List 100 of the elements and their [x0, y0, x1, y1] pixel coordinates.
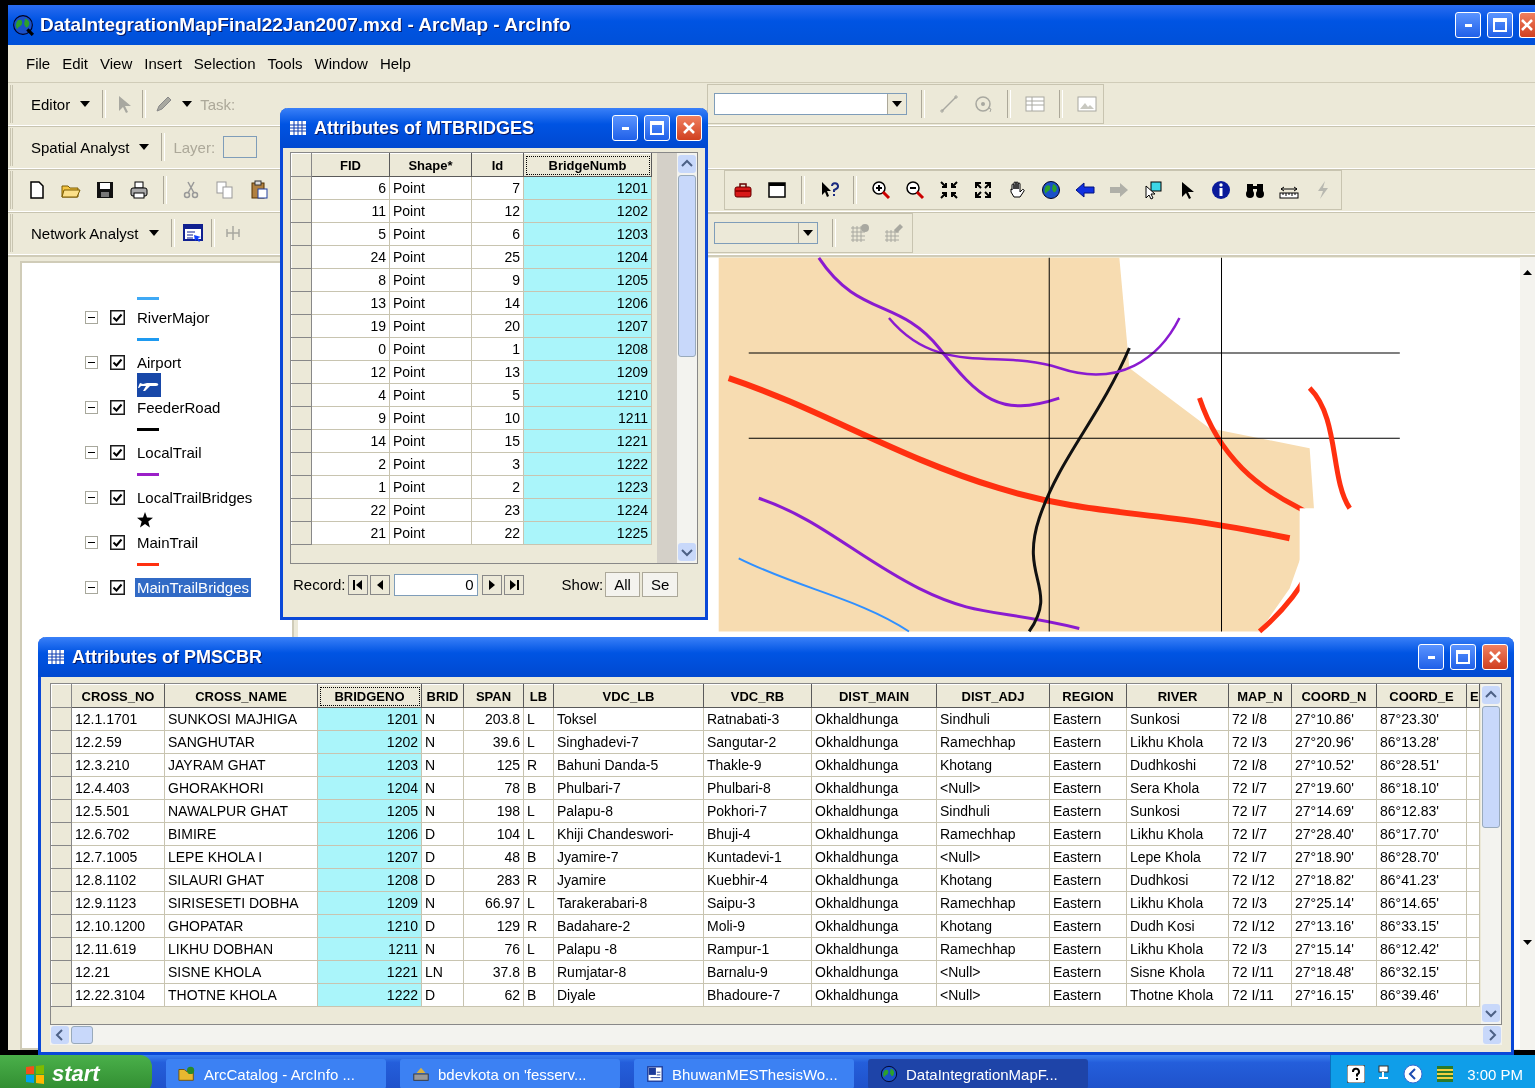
scroll-thumb[interactable] — [1482, 706, 1500, 828]
layer-name[interactable]: MainTrailBridges — [135, 577, 251, 597]
maximize-icon[interactable] — [1493, 18, 1507, 32]
taskbar-button[interactable]: bdevkota on 'fesserv... — [400, 1059, 620, 1088]
application-icon[interactable] — [1435, 1064, 1456, 1084]
row-selector[interactable] — [51, 960, 72, 984]
show-selected-button[interactable]: Se — [641, 572, 679, 597]
close-button[interactable] — [1482, 644, 1508, 670]
row-selector[interactable] — [51, 753, 72, 777]
column-header[interactable]: Shape* — [389, 153, 472, 177]
collapse-toggle[interactable] — [85, 490, 98, 504]
column-header[interactable]: VDC_RB — [703, 684, 812, 708]
row-selector[interactable] — [51, 707, 72, 731]
checkbox[interactable] — [110, 534, 125, 550]
paste-icon[interactable] — [249, 180, 269, 200]
outward-arrows-icon[interactable] — [973, 180, 993, 200]
pan-hand-icon[interactable] — [1007, 180, 1027, 200]
row-selector[interactable] — [51, 914, 72, 938]
column-header[interactable]: COORD_E — [1376, 684, 1467, 708]
maximize-icon[interactable] — [1456, 650, 1470, 664]
row-selector[interactable] — [291, 498, 312, 522]
row-selector[interactable] — [51, 983, 72, 1007]
column-header[interactable]: REGION — [1049, 684, 1127, 708]
collapse-toggle[interactable] — [85, 355, 98, 369]
column-header[interactable]: DIST_ADJ — [936, 684, 1050, 708]
maximize-button[interactable] — [644, 115, 670, 141]
row-selector[interactable] — [51, 868, 72, 892]
close-button[interactable] — [1519, 12, 1535, 38]
select-all-header[interactable] — [291, 153, 312, 177]
layer-name[interactable]: MainTrail — [135, 532, 201, 552]
collapse-toggle[interactable] — [85, 580, 98, 594]
column-header[interactable]: RIVER — [1126, 684, 1229, 708]
menu-item[interactable]: Edit — [58, 53, 93, 74]
layer-name[interactable]: LocalTrailBridges — [135, 487, 255, 507]
column-header[interactable]: CROSS_NO — [71, 684, 165, 708]
row-selector[interactable] — [51, 845, 72, 869]
dropdown-field[interactable] — [714, 93, 908, 115]
record-field[interactable]: 0 — [393, 573, 478, 596]
row-selector[interactable] — [291, 521, 312, 545]
row-selector[interactable] — [291, 429, 312, 453]
scroll-thumb[interactable] — [678, 175, 696, 357]
minimize-icon[interactable] — [1464, 23, 1472, 27]
column-header[interactable]: DIST_MAIN — [811, 684, 937, 708]
scroll-thumb[interactable] — [71, 1026, 93, 1044]
dropdown-field[interactable] — [223, 136, 258, 158]
row-selector[interactable] — [291, 245, 312, 269]
select-all-header[interactable] — [51, 684, 72, 708]
toolbox-icon[interactable] — [733, 180, 753, 200]
taskbar-button[interactable]: DataIntegrationMapF... — [868, 1059, 1088, 1088]
network-window-icon[interactable] — [182, 223, 203, 243]
maximize-button[interactable] — [1487, 12, 1513, 38]
menu-item[interactable]: Tools — [263, 53, 307, 74]
minimize-icon[interactable] — [1427, 655, 1435, 659]
scroll-down-button[interactable] — [1482, 1004, 1500, 1022]
window-icon[interactable] — [767, 180, 787, 200]
next-record-button[interactable] — [481, 574, 502, 595]
close-icon[interactable] — [1521, 19, 1533, 31]
menu-item[interactable]: View — [96, 53, 137, 74]
collapse-toggle[interactable] — [85, 310, 98, 324]
menu-item[interactable]: Selection — [189, 53, 260, 74]
row-selector[interactable] — [291, 199, 312, 223]
column-header[interactable]: Id — [471, 153, 524, 177]
new-document-icon[interactable] — [27, 180, 47, 200]
row-selector[interactable] — [51, 937, 72, 961]
chevron-icon[interactable] — [1403, 1064, 1424, 1084]
vertical-scrollbar[interactable] — [1520, 257, 1535, 1050]
caret-icon[interactable] — [139, 144, 150, 150]
row-selector[interactable] — [51, 730, 72, 754]
column-header[interactable]: BridgeNumb — [523, 153, 652, 177]
scroll-down-button[interactable] — [678, 543, 696, 561]
row-selector[interactable] — [291, 314, 312, 338]
scissors-icon[interactable] — [181, 180, 201, 200]
zoom-in-icon[interactable] — [871, 180, 891, 200]
caret-icon[interactable] — [80, 101, 91, 107]
previous-record-button[interactable] — [369, 574, 390, 595]
checkbox[interactable] — [110, 399, 125, 415]
taskbar-button[interactable]: BhuwanMESThesisWo... — [634, 1059, 854, 1088]
spatial-analyst-menu-button[interactable]: Spatial Analyst — [27, 135, 154, 159]
layer-name[interactable]: RiverMajor — [135, 307, 212, 327]
column-header[interactable]: CROSS_NAME — [164, 684, 318, 708]
layer-name[interactable]: FeederRoad — [135, 397, 223, 417]
column-header[interactable]: VDC_LB — [553, 684, 704, 708]
row-selector[interactable] — [291, 337, 312, 361]
dropdown-arrow-icon[interactable] — [892, 101, 903, 107]
row-selector[interactable] — [291, 176, 312, 200]
maximize-button[interactable] — [1450, 644, 1476, 670]
layer-name[interactable]: Airport — [135, 352, 184, 372]
column-header[interactable]: BRID — [421, 684, 464, 708]
close-icon[interactable] — [683, 122, 695, 134]
scroll-right-button[interactable] — [1483, 1026, 1501, 1044]
vertical-scrollbar[interactable] — [1481, 684, 1501, 1024]
column-header[interactable]: MAP_N — [1228, 684, 1292, 708]
network-analyst-menu-button[interactable]: Network Analyst — [27, 221, 163, 245]
column-header[interactable]: FID — [311, 153, 390, 177]
back-arrow-icon[interactable] — [1075, 180, 1095, 200]
first-record-button[interactable] — [347, 574, 368, 595]
minimize-icon[interactable] — [621, 126, 629, 130]
menu-item[interactable]: Window — [310, 53, 372, 74]
help-pointer-icon[interactable] — [819, 180, 839, 200]
zoom-out-icon[interactable] — [905, 180, 925, 200]
